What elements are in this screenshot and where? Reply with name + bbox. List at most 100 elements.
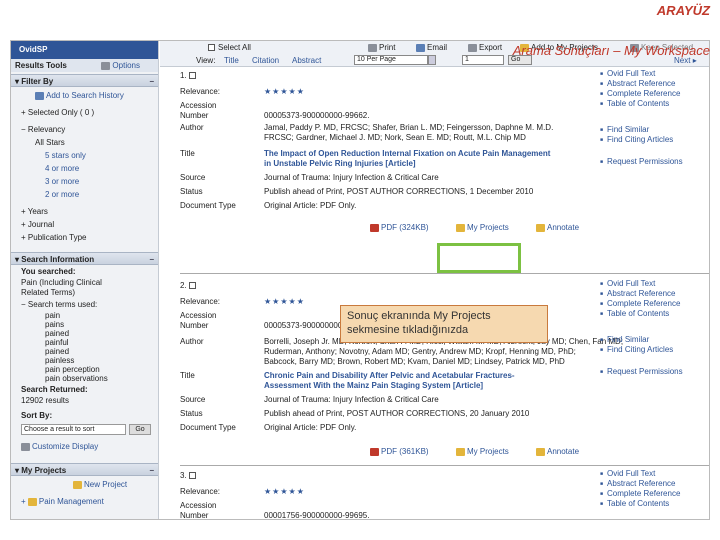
search-information-header[interactable]: ▾ Search Information − xyxy=(11,252,158,265)
request-permissions-link[interactable]: Request Permissions xyxy=(600,367,709,377)
expand-icon: + xyxy=(21,108,28,117)
field-label: Author xyxy=(180,337,204,346)
sort-by-label: Sort By: xyxy=(21,411,53,420)
print-button[interactable]: Print xyxy=(368,42,395,53)
checkbox[interactable] xyxy=(208,44,215,52)
accession-value: 00001756-900000000-99695. xyxy=(264,511,370,520)
status-value: Publish ahead of Print, POST AUTHOR CORR… xyxy=(264,409,530,418)
search-terms-used-label[interactable]: − Search terms used: xyxy=(11,298,158,311)
note-icon xyxy=(536,223,545,232)
find-citing-articles-link[interactable]: Find Citing Articles xyxy=(600,345,709,355)
minus-icon[interactable]: − xyxy=(149,253,154,264)
filter-by-header[interactable]: ▾ Filter By − xyxy=(11,74,158,87)
export-button[interactable]: Export xyxy=(468,42,502,53)
ovid-full-text-link[interactable]: Ovid Full Text xyxy=(600,279,709,289)
field-label: Title xyxy=(180,149,195,158)
my-projects-link[interactable]: My Projects xyxy=(456,447,509,456)
author-value: Ruderman, Anthony; Novotny, Adam MD; Gen… xyxy=(264,347,576,356)
sort-go-button[interactable]: Go xyxy=(129,424,151,435)
stars-2-option[interactable]: 2 or more xyxy=(11,188,158,201)
find-similar-link[interactable]: Find Similar xyxy=(600,335,709,345)
record-checkbox[interactable] xyxy=(188,72,196,80)
table-of-contents-link[interactable]: Table of Contents xyxy=(600,99,709,109)
relevancy-filter[interactable]: − Relevancy xyxy=(11,123,158,136)
find-similar-link[interactable]: Find Similar xyxy=(600,125,709,135)
searched-text-line: Related Terms) xyxy=(21,288,76,297)
search-term: pained xyxy=(45,347,70,356)
years-filter[interactable]: + Years xyxy=(11,205,158,218)
stars-5-option[interactable]: 5 stars only xyxy=(11,149,158,162)
field-label: Document Type xyxy=(180,201,236,210)
complete-reference-link[interactable]: Complete Reference xyxy=(600,89,709,99)
selected-only-filter[interactable]: + Selected Only ( 0 ) xyxy=(11,106,158,119)
collapse-icon: − xyxy=(21,300,28,309)
accession-value: 00005373-900000000-99662. xyxy=(264,111,370,120)
annotate-link[interactable]: Annotate xyxy=(536,447,579,456)
per-page-select[interactable]: 10 Per Page xyxy=(354,54,436,65)
minus-icon[interactable]: − xyxy=(149,464,154,475)
results-count: 12902 results xyxy=(21,396,70,405)
customize-display-link[interactable]: Customize Display xyxy=(11,440,158,453)
field-label: Author xyxy=(180,123,204,132)
request-permissions-link[interactable]: Request Permissions xyxy=(600,157,709,167)
record-divider xyxy=(180,465,709,466)
complete-reference-link[interactable]: Complete Reference xyxy=(600,299,709,309)
doctype-value: Original Article: PDF Only. xyxy=(264,423,357,432)
record-checkbox[interactable] xyxy=(188,472,196,480)
options-link[interactable]: Options xyxy=(101,59,140,72)
table-of-contents-link[interactable]: Table of Contents xyxy=(600,499,709,509)
sort-select[interactable]: Choose a result to sort Go xyxy=(21,424,151,435)
note-icon xyxy=(536,447,545,456)
ovid-full-text-link[interactable]: Ovid Full Text xyxy=(600,69,709,79)
my-projects-link[interactable]: My Projects xyxy=(456,223,509,232)
folder-icon xyxy=(27,497,37,506)
publication-type-filter[interactable]: + Publication Type xyxy=(11,231,158,244)
view-abstract-option[interactable]: Abstract xyxy=(292,55,321,66)
field-label: Relevance: xyxy=(180,87,221,96)
field-label: Accession Number xyxy=(180,311,217,330)
stars-3-option[interactable]: 3 or more xyxy=(11,175,158,188)
page-input[interactable]: 1 xyxy=(462,54,504,65)
callout-note: Sonuç ekranında My Projects sekmesine tı… xyxy=(340,305,548,343)
abstract-reference-link[interactable]: Abstract Reference xyxy=(600,479,709,489)
email-button[interactable]: Email xyxy=(416,42,447,53)
view-label: View: xyxy=(196,56,216,65)
record-title-link[interactable]: Chronic Pain and Disability After Pelvic… xyxy=(264,371,515,380)
all-stars-option[interactable]: All Stars xyxy=(11,136,158,149)
table-of-contents-link[interactable]: Table of Contents xyxy=(600,309,709,319)
highlight-my-projects xyxy=(437,243,521,273)
annotate-link[interactable]: Annotate xyxy=(536,223,579,232)
abstract-reference-link[interactable]: Abstract Reference xyxy=(600,289,709,299)
add-to-history-link[interactable]: Add to Search History xyxy=(11,89,158,102)
my-projects-header[interactable]: ▾ My Projects − xyxy=(11,463,158,476)
stars-4-option[interactable]: 4 or more xyxy=(11,162,158,175)
pdf-link[interactable]: PDF (361KB) xyxy=(370,447,429,456)
record-title-link[interactable]: Assessment With the Mainz Pain Staging S… xyxy=(264,381,483,390)
view-citation-option[interactable]: Citation xyxy=(252,55,279,66)
display-icon xyxy=(21,442,30,451)
record-links: Ovid Full Text Abstract Reference Comple… xyxy=(600,469,709,509)
view-title-option[interactable]: Title xyxy=(224,55,239,66)
pdf-link[interactable]: PDF (324KB) xyxy=(370,223,429,232)
folder-add-icon xyxy=(456,223,465,232)
find-citing-articles-link[interactable]: Find Citing Articles xyxy=(600,135,709,145)
author-value: Babcock, Barry MD; Brown, Robert MD; Kva… xyxy=(264,357,565,366)
record-title-link[interactable]: in Unstable Pelvic Ring Injuries [Articl… xyxy=(264,159,416,168)
abstract-reference-link[interactable]: Abstract Reference xyxy=(600,79,709,89)
project-pain-management[interactable]: + Pain Management xyxy=(11,495,158,508)
new-project-button[interactable]: New Project xyxy=(11,478,158,491)
minus-icon[interactable]: − xyxy=(149,75,154,86)
ovid-full-text-link[interactable]: Ovid Full Text xyxy=(600,469,709,479)
complete-reference-link[interactable]: Complete Reference xyxy=(600,489,709,499)
sidebar: OvidSP Results Tools Options ▾ Filter By… xyxy=(11,41,159,519)
expand-icon: + xyxy=(21,207,28,216)
search-returned-label: Search Returned: xyxy=(21,385,88,394)
field-label: Title xyxy=(180,371,195,380)
ovid-logo: OvidSP xyxy=(11,41,158,59)
results-tools-header: Results Tools Options xyxy=(11,59,158,72)
select-all-checkbox[interactable]: Select All xyxy=(208,42,251,53)
record-checkbox[interactable] xyxy=(188,282,196,290)
result-record-3: 3. Relevance: ★★★★★ Accession Number 000… xyxy=(180,469,709,520)
journal-filter[interactable]: + Journal xyxy=(11,218,158,231)
record-title-link[interactable]: The Impact of Open Reduction Internal Fi… xyxy=(264,149,550,158)
